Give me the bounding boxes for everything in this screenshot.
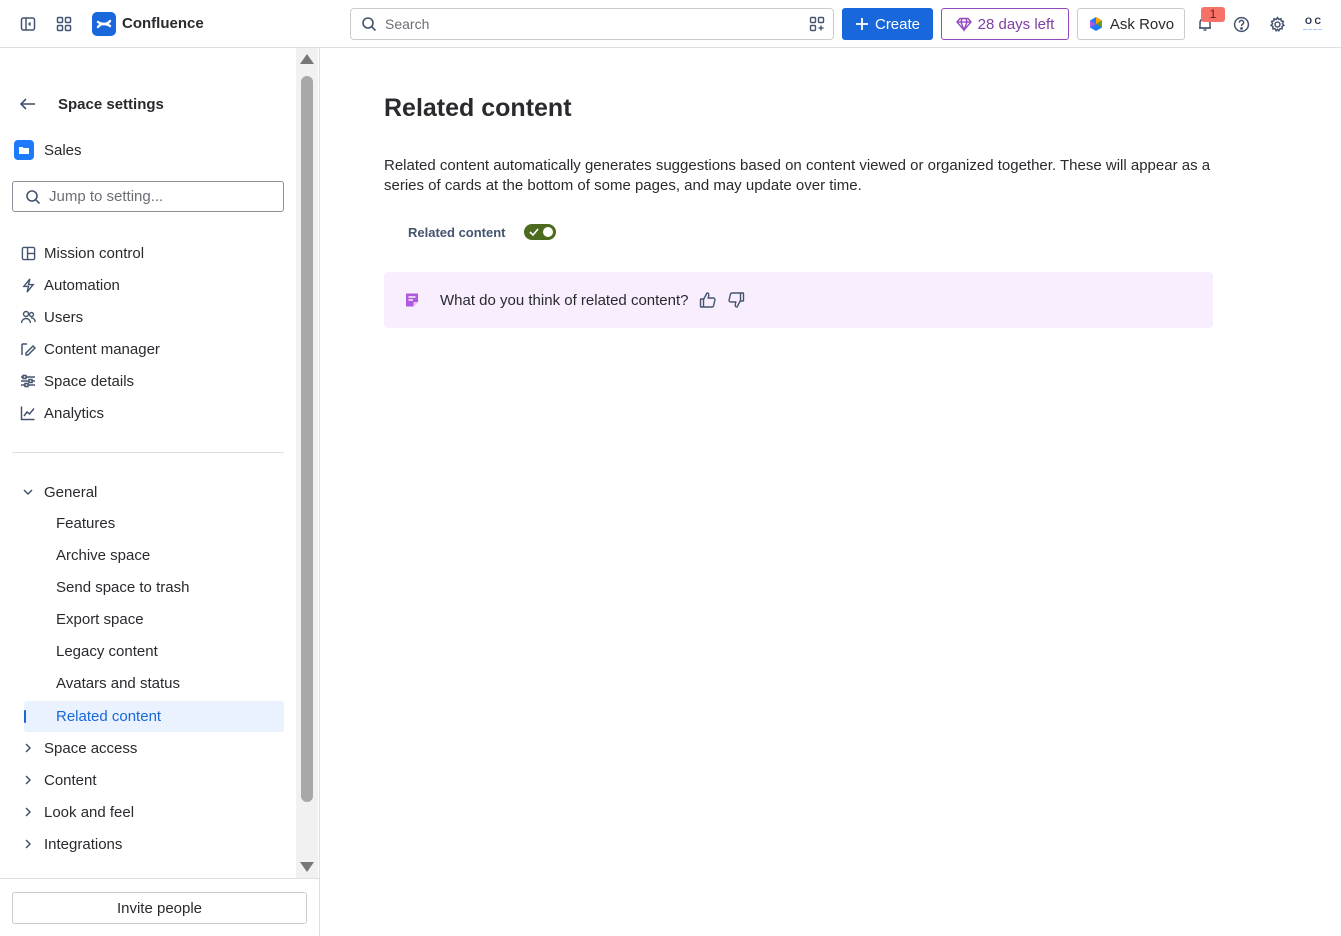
search-icon xyxy=(362,17,377,32)
nav-subitem-label: Related content xyxy=(56,708,162,725)
nav-item-analytics[interactable]: Analytics xyxy=(20,401,104,425)
nav-subitem-features[interactable]: Features xyxy=(56,512,115,536)
toggle-knob xyxy=(542,227,553,237)
space-settings-sidebar: Space settings Sales Jump to setting... … xyxy=(0,48,320,936)
scroll-up-arrow-icon[interactable] xyxy=(300,54,314,64)
nav-group-content[interactable]: Content xyxy=(20,768,97,792)
nav-label: Analytics xyxy=(44,404,105,422)
jump-to-setting-input[interactable]: Jump to setting... xyxy=(12,181,284,212)
people-icon xyxy=(20,309,36,325)
invite-people-button[interactable]: Invite people xyxy=(12,892,307,924)
nav-label: Content manager xyxy=(44,340,160,358)
nav-group-general[interactable]: General xyxy=(20,480,97,504)
thumbs-up-icon[interactable] xyxy=(699,291,717,309)
nav-subitem-legacy-content[interactable]: Legacy content xyxy=(56,640,158,664)
nav-item-users[interactable]: Users xyxy=(20,305,83,329)
space-folder-icon xyxy=(14,140,34,160)
chevron-right-icon xyxy=(20,740,36,756)
trial-label: 28 days left xyxy=(977,15,1055,33)
lightning-icon xyxy=(20,277,36,293)
app-switcher-icon[interactable] xyxy=(52,12,76,36)
sliders-icon xyxy=(20,373,36,389)
search-input[interactable]: Search xyxy=(350,8,834,40)
space-settings-back[interactable]: Space settings xyxy=(16,92,164,116)
user-avatar[interactable]: O C ———— xyxy=(1300,12,1326,36)
chevron-down-icon xyxy=(20,484,36,500)
nav-group-label: Look and feel xyxy=(44,803,135,821)
page-title: Related content xyxy=(384,94,572,122)
space-link[interactable]: Sales xyxy=(14,140,82,160)
feedback-question: What do you think of related content? xyxy=(440,291,689,309)
settings-gear-icon[interactable] xyxy=(1265,12,1289,36)
nav-group-label: Content xyxy=(44,771,97,789)
feedback-banner: What do you think of related content? xyxy=(384,272,1213,328)
nav-label: Mission control xyxy=(44,244,145,262)
jump-placeholder: Jump to setting... xyxy=(49,188,164,205)
nav-group-label: Space access xyxy=(44,739,138,757)
nav-label: Automation xyxy=(44,276,120,294)
feedback-note-icon xyxy=(406,293,418,307)
arrow-left-icon[interactable] xyxy=(16,92,40,116)
avatar-decoration: ———— xyxy=(1303,26,1323,31)
sidebar-title: Space settings xyxy=(58,95,164,113)
scrollbar-thumb[interactable] xyxy=(301,76,313,802)
space-name: Sales xyxy=(44,141,82,159)
trial-days-button[interactable]: 28 days left xyxy=(941,8,1069,40)
nav-item-space-details[interactable]: Space details xyxy=(20,369,134,393)
nav-subitem-archive-space[interactable]: Archive space xyxy=(56,544,150,568)
notification-count-badge: 1 xyxy=(1201,7,1225,22)
active-indicator xyxy=(24,710,26,723)
ask-rovo-button[interactable]: Ask Rovo xyxy=(1077,8,1185,40)
sidebar-toggle-icon[interactable] xyxy=(16,12,40,36)
nav-label: Space details xyxy=(44,372,135,390)
nav-group-label: Integrations xyxy=(44,835,123,853)
search-filter-icon[interactable] xyxy=(809,16,825,32)
edit-icon xyxy=(20,341,36,357)
layout-icon xyxy=(20,245,36,261)
nav-group-space-access[interactable]: Space access xyxy=(20,736,137,760)
nav-item-content-manager[interactable]: Content manager xyxy=(20,337,160,361)
main-content: Related content Related content automati… xyxy=(320,48,1341,936)
nav-subitem-send-to-trash[interactable]: Send space to trash xyxy=(56,576,189,600)
chart-icon xyxy=(20,405,36,421)
nav-group-label: General xyxy=(44,483,98,501)
check-icon xyxy=(528,228,539,237)
page-description: Related content automatically generates … xyxy=(384,157,1211,194)
nav-subitem-export-space[interactable]: Export space xyxy=(56,608,144,632)
nav-item-mission-control[interactable]: Mission control xyxy=(20,241,144,265)
chevron-right-icon xyxy=(20,804,36,820)
chevron-right-icon xyxy=(20,772,36,788)
plus-icon xyxy=(855,18,868,30)
nav-group-look-and-feel[interactable]: Look and feel xyxy=(20,800,134,824)
nav-label: Users xyxy=(44,308,84,326)
sidebar-divider xyxy=(12,452,284,453)
nav-item-automation[interactable]: Automation xyxy=(20,273,120,297)
product-name[interactable]: Confluence xyxy=(122,15,204,32)
sidebar-scrollbar[interactable] xyxy=(296,48,318,878)
search-icon xyxy=(26,189,41,204)
related-content-toggle[interactable] xyxy=(523,224,556,240)
diamond-icon xyxy=(955,17,972,32)
confluence-logo-icon[interactable] xyxy=(92,12,116,36)
create-label: Create xyxy=(874,15,921,33)
scroll-down-arrow-icon[interactable] xyxy=(300,862,314,872)
create-button[interactable]: Create xyxy=(842,8,933,40)
sidebar-footer: Invite people xyxy=(0,878,319,936)
nav-group-integrations[interactable]: Integrations xyxy=(20,832,122,856)
rovo-icon xyxy=(1089,17,1102,31)
thumbs-down-icon[interactable] xyxy=(727,291,745,309)
ask-rovo-label: Ask Rovo xyxy=(1109,15,1175,33)
nav-subitem-related-content[interactable]: Related content xyxy=(24,701,284,732)
toggle-label: Related content xyxy=(408,224,506,240)
chevron-right-icon xyxy=(20,836,36,852)
help-icon[interactable] xyxy=(1229,12,1253,36)
avatar-initials: O C xyxy=(1304,16,1321,26)
related-content-setting: Related content xyxy=(408,224,556,240)
search-placeholder: Search xyxy=(385,16,430,32)
top-navigation-bar: Confluence Search Create 28 days left As… xyxy=(0,0,1341,48)
nav-subitem-avatars-status[interactable]: Avatars and status xyxy=(56,672,180,696)
